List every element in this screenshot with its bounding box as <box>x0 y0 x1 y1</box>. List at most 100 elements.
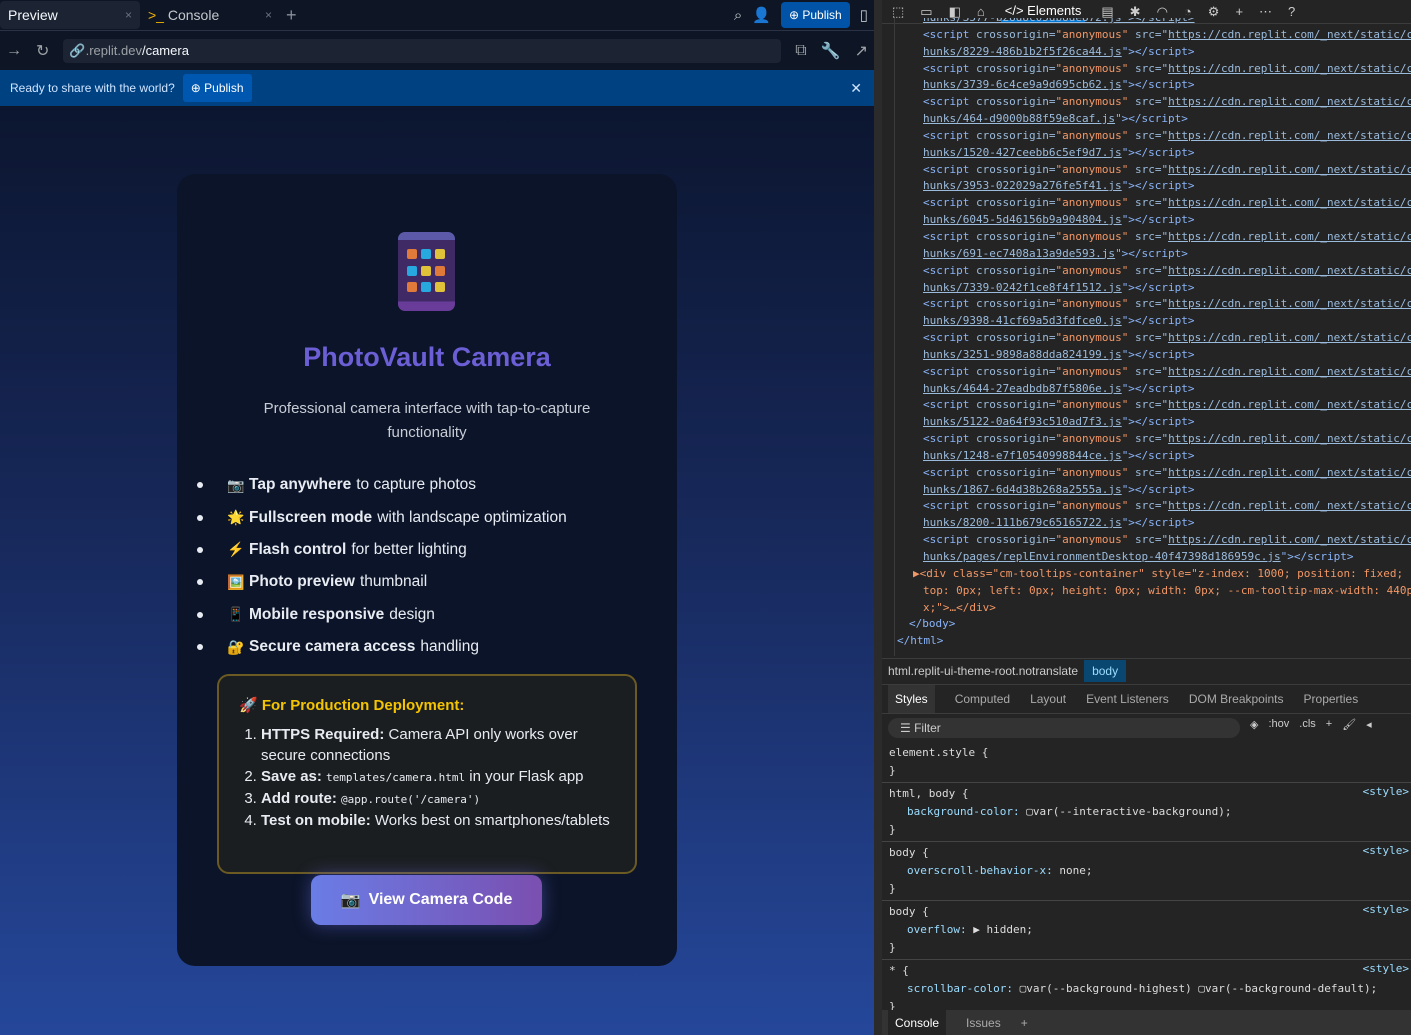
banner-publish-button[interactable]: ⊕ Publish <box>182 74 252 102</box>
src-link[interactable]: https://cdn.replit.com/_next/static/c <box>1168 62 1411 75</box>
add-drawer-tab-icon[interactable]: + <box>1021 1016 1028 1030</box>
src-link[interactable]: https://cdn.replit.com/_next/static/c <box>1168 163 1411 176</box>
performance-icon[interactable]: ◔ <box>1184 4 1192 19</box>
src-link[interactable]: hunks/3251-9898a88dda824199.js <box>923 348 1122 361</box>
feature-bold: Fullscreen mode <box>249 508 373 526</box>
dom-tree[interactable]: hunks/3577-b28d8c05db8de872.js"></script… <box>894 18 1411 656</box>
tab-properties[interactable]: Properties <box>1304 692 1359 706</box>
src-link[interactable]: hunks/8229-486b1b2f5f26ca44.js <box>923 45 1122 58</box>
src-link[interactable]: https://cdn.replit.com/_next/static/c <box>1168 365 1411 378</box>
src-link[interactable]: hunks/pages/replEnvironmentDesktop-40f47… <box>923 550 1281 563</box>
step-bold: Add route: <box>261 790 341 807</box>
new-rule-icon[interactable]: + <box>1326 718 1332 731</box>
src-link[interactable]: hunks/5122-0a64f93c510ad7f3.js <box>923 415 1122 428</box>
code-line: </body> <box>909 617 956 631</box>
invite-user-icon[interactable]: 👤 <box>752 6 771 24</box>
add-tab-icon[interactable]: + <box>1235 4 1243 19</box>
tag-close: "></script> <box>1121 145 1195 159</box>
src-link[interactable]: hunks/3739-6c4ce9a9d695cb62.js <box>923 78 1122 91</box>
src-link[interactable]: hunks/6045-5d46156b9a904804.js <box>923 213 1122 226</box>
feature-bold: Secure camera access <box>249 638 416 656</box>
cls-toggle[interactable]: .cls <box>1299 718 1316 731</box>
src-link[interactable]: hunks/1867-6d4d38b268a2555a.js <box>923 483 1122 496</box>
publish-button[interactable]: ⊕ Publish <box>780 2 850 28</box>
devices-icon[interactable]: ⧉ <box>795 42 806 60</box>
paint-icon[interactable]: 🖌 <box>1342 718 1356 731</box>
view-camera-code-button[interactable]: 📷 View Camera Code <box>311 875 542 925</box>
help-icon[interactable]: ? <box>1288 4 1295 19</box>
src-link[interactable]: https://cdn.replit.com/_next/static/c <box>1168 297 1411 310</box>
tab-event-listeners[interactable]: Event Listeners <box>1086 692 1169 706</box>
tab-styles[interactable]: Styles <box>888 685 935 713</box>
sidebar-toggle-icon[interactable]: ◂ <box>1366 718 1372 731</box>
styles-filter-input[interactable]: ☰ Filter <box>888 718 1240 738</box>
src-link[interactable]: hunks/9398-41cf69a5d3fdfce0.js <box>923 314 1122 327</box>
home-icon[interactable]: ⌂ <box>977 4 985 19</box>
tab-console[interactable]: >_ Console × <box>140 1 280 29</box>
filter-placeholder: Filter <box>914 721 941 735</box>
search-icon[interactable]: ⌕ <box>734 7 742 24</box>
layers-icon[interactable]: ◈ <box>1250 718 1258 731</box>
tab-layout[interactable]: Layout <box>1030 692 1066 706</box>
src-link[interactable]: https://cdn.replit.com/_next/static/c <box>1168 196 1411 209</box>
src-link[interactable]: https://cdn.replit.com/_next/static/c <box>1168 533 1411 546</box>
attr-name: src=" <box>1128 27 1169 41</box>
src-link[interactable]: https://cdn.replit.com/_next/static/c <box>1168 499 1411 512</box>
new-tab-button[interactable]: + <box>286 5 297 26</box>
rule-source-link[interactable]: <style> <box>1363 844 1409 857</box>
mobile-phone-icon <box>398 232 455 311</box>
src-link[interactable]: hunks/4644-27eadbdb87f5806e.js <box>923 382 1122 395</box>
close-icon[interactable]: × <box>265 8 272 22</box>
feature-text: for better lighting <box>351 540 467 558</box>
src-link[interactable]: hunks/691-ec7408a13a9de593.js <box>923 247 1115 260</box>
open-external-icon[interactable]: ↗ <box>855 41 868 61</box>
devtools-wrench-icon[interactable]: 🔧 <box>821 41 841 61</box>
tag-open: <script <box>923 297 976 311</box>
reload-icon[interactable]: ↻ <box>36 41 49 61</box>
src-link[interactable]: hunks/1248-e7f10540998844ce.js <box>923 449 1122 462</box>
src-link[interactable]: hunks/464-d9000b88f59e8caf.js <box>923 112 1115 125</box>
src-link[interactable]: https://cdn.replit.com/_next/static/c <box>1168 95 1411 108</box>
tab-preview[interactable]: Preview × <box>0 1 140 29</box>
src-link[interactable]: https://cdn.replit.com/_next/static/c <box>1168 129 1411 142</box>
url-input[interactable]: 🔗 .replit.dev/camera <box>63 38 782 63</box>
src-link[interactable]: https://cdn.replit.com/_next/static/c <box>1168 398 1411 411</box>
drawer-tab-console[interactable]: Console <box>888 1009 947 1035</box>
src-link[interactable]: hunks/3953-022029a276fe5f41.js <box>923 179 1122 192</box>
code-line: <script crossorigin="anonymous" src="htt… <box>895 263 1411 280</box>
panel-toggle-icon[interactable]: ▯ <box>860 6 868 24</box>
rule-source-link[interactable]: <style> <box>1363 785 1409 798</box>
tab-computed[interactable]: Computed <box>955 692 1010 706</box>
close-icon[interactable]: ✕ <box>850 80 862 97</box>
rule-source-link[interactable]: <style> <box>1363 903 1409 916</box>
css-property[interactable]: overflow: ▶ hidden; <box>889 921 1404 939</box>
close-icon[interactable]: × <box>125 8 132 22</box>
feature-list: 📷 Tap anywhere to capture photos 🌟 Fullscree… <box>197 469 567 663</box>
src-link[interactable]: https://cdn.replit.com/_next/static/c <box>1168 331 1411 344</box>
src-link[interactable]: https://cdn.replit.com/_next/static/c <box>1168 466 1411 479</box>
src-link[interactable]: https://cdn.replit.com/_next/static/c <box>1168 432 1411 445</box>
src-link[interactable]: hunks/7339-0242f1ce8f4f1512.js <box>923 281 1122 294</box>
code-line[interactable]: ▶<div class="cm-tooltips-container" styl… <box>895 566 1411 583</box>
css-property[interactable]: background-color: ▢var(--interactive-bac… <box>889 803 1404 821</box>
src-link[interactable]: hunks/1520-427ceebb6c5ef9d7.js <box>923 146 1122 159</box>
chunk-link[interactable]: hunks/3577-b28d8c05db8de872.js"></script… <box>923 18 1195 24</box>
css-property[interactable]: scrollbar-color: ▢var(--background-highe… <box>889 980 1404 998</box>
attr-name: src=" <box>1128 263 1169 277</box>
src-link[interactable]: hunks/8200-111b679c65165722.js <box>923 516 1122 529</box>
feature-emoji-icon: 📱 <box>227 606 245 623</box>
src-link[interactable]: https://cdn.replit.com/_next/static/c <box>1168 230 1411 243</box>
code-line: <script crossorigin="anonymous" src="htt… <box>895 532 1411 549</box>
code-line: hunks/4644-27eadbdb87f5806e.js"></script… <box>895 381 1411 398</box>
src-link[interactable]: https://cdn.replit.com/_next/static/c <box>1168 28 1411 41</box>
rule-source-link[interactable]: <style> <box>1363 962 1409 975</box>
css-property[interactable]: overscroll-behavior-x: none; <box>889 862 1404 880</box>
src-link[interactable]: https://cdn.replit.com/_next/static/c <box>1168 264 1411 277</box>
hov-toggle[interactable]: :hov <box>1268 718 1289 731</box>
breadcrumb-html[interactable]: html.replit-ui-theme-root.notranslate <box>888 664 1078 678</box>
tab-dom-breakpoints[interactable]: DOM Breakpoints <box>1189 692 1284 706</box>
drawer-tab-issues[interactable]: Issues <box>966 1016 1001 1030</box>
pane-splitter[interactable] <box>874 0 882 1035</box>
forward-icon[interactable]: → <box>6 42 22 60</box>
breadcrumb-body[interactable]: body <box>1084 659 1127 682</box>
